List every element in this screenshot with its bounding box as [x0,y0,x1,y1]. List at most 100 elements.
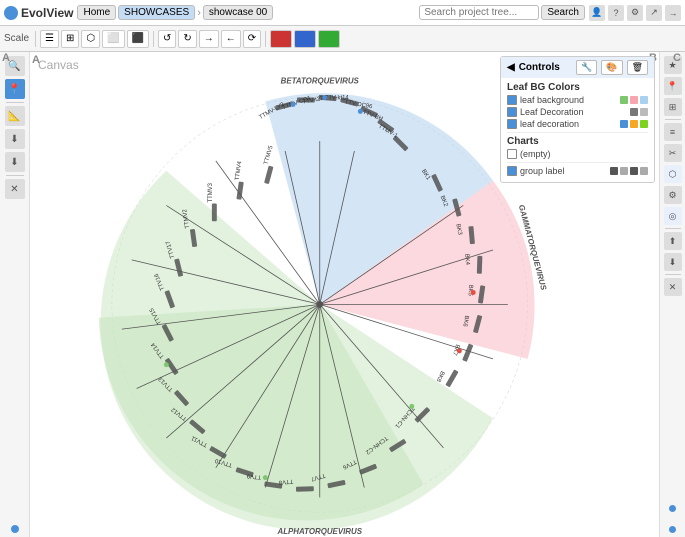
lp-dot-indicator [11,525,19,533]
tb-action5[interactable]: ⟳ [243,30,261,48]
tc-tab-color[interactable]: 🎨 [601,60,622,75]
tc-cb-leaf-dec2[interactable] [507,119,517,129]
topbar: EvolView Home SHOWCASES › showcase 00 Se… [0,0,685,26]
canvas-area: Canvas ◀ Controls 🔧 🎨 🗑 Leaf BG Colors l… [30,52,659,537]
settings-icon[interactable]: ⚙ [627,5,643,21]
left-panel: 🔍 📍 📐 ⬇ ⬇ ✕ [0,52,30,537]
tc-body: Leaf BG Colors leaf background Leaf Deco… [501,78,654,182]
tb-action1[interactable]: ↺ [158,30,176,48]
svg-text:BETATORQUEVIRUS: BETATORQUEVIRUS [281,77,360,86]
rp-sep2 [665,228,681,229]
toolbar-separator-2 [153,31,154,47]
tb-action4[interactable]: ← [221,30,241,48]
tc-item-leaf-dec2: leaf decoration [507,119,648,129]
rp-grid-icon[interactable]: ⊞ [664,98,682,116]
tb-layout4[interactable]: ⬜ [102,30,124,48]
column-c-label: C [673,52,681,64]
top-icons: 👤 ? ⚙ ↗ → [589,5,681,21]
tb-layout3[interactable]: ⬡ [81,30,100,48]
lp-download1-icon[interactable]: ⬇ [5,129,25,149]
share-icon[interactable]: ↗ [646,5,662,21]
tc-colors-group-label [610,167,648,175]
color-gray1[interactable] [630,108,638,116]
tree-controls: ◀ Controls 🔧 🎨 🗑 Leaf BG Colors leaf bac… [500,56,655,183]
user-icon[interactable]: 👤 [589,5,605,21]
app-logo-icon[interactable] [4,6,18,20]
breadcrumb: Home SHOWCASES › showcase 00 [77,5,273,20]
tc-tab-delete[interactable]: 🗑 [627,60,648,75]
tc-label-group-label: group label [520,166,607,176]
tc-item-leaf-dec: Leaf Decoration [507,107,648,117]
tb-format3[interactable] [318,30,340,48]
color-blue[interactable] [640,96,648,104]
tc-colors-leaf-dec2 [620,120,648,128]
tc-item-charts: (empty) [507,149,648,159]
rp-pin-icon[interactable]: 📍 [664,77,682,95]
color-light1[interactable] [620,167,628,175]
tc-cb-group-label[interactable] [507,166,517,176]
home-button[interactable]: Home [77,5,116,20]
rp-upload-icon[interactable]: ⬆ [664,232,682,250]
tc-leaf-bc-title: Leaf BG Colors [507,82,648,93]
tc-cb-charts[interactable] [507,149,517,159]
tc-sep1 [507,132,648,133]
color-dark2[interactable] [630,167,638,175]
toolbar-separator-3 [265,31,266,47]
tc-header: ◀ Controls 🔧 🎨 🗑 [501,57,654,78]
tb-format2[interactable] [294,30,316,48]
svg-text:TTMV4: TTMV4 [235,160,244,181]
rp-special1-icon[interactable]: ◎ [664,207,682,225]
color-pink[interactable] [630,96,638,104]
showcase-button[interactable]: showcase 00 [203,5,273,20]
rp-download-icon[interactable]: ⬇ [664,253,682,271]
app-title: EvolView [21,6,73,20]
search-button[interactable]: Search [541,5,585,20]
rp-settings-icon[interactable]: ⚙ [664,186,682,204]
tb-layout5[interactable]: ⬛ [127,30,149,48]
tc-title: Controls [519,62,572,73]
tc-label-charts: (empty) [520,149,648,159]
color-dark1[interactable] [610,167,618,175]
tc-cb-leaf-dec[interactable] [507,107,517,117]
logo-area: EvolView [4,6,73,20]
rp-sep3 [665,274,681,275]
tb-layout1[interactable]: ☰ [40,30,59,48]
rp-sep1 [665,119,681,120]
tc-tab-settings[interactable]: 🔧 [576,60,597,75]
tb-action2[interactable]: ↻ [178,30,196,48]
logout-icon[interactable]: → [665,5,681,21]
svg-text:TTMV3: TTMV3 [208,182,214,202]
tc-charts-title: Charts [507,136,648,147]
rp-dot1 [669,505,676,512]
tb-layout2[interactable]: ⊞ [61,30,79,48]
help-icon[interactable]: ? [608,5,624,21]
tc-colors-leaf-dec [630,108,648,116]
color-light2[interactable] [640,167,648,175]
lp-pin-icon[interactable]: 📍 [5,79,25,99]
tb-format1[interactable] [270,30,292,48]
rp-cut-icon[interactable]: ✂ [664,144,682,162]
svg-text:BK4: BK4 [463,254,470,266]
tb-action3[interactable]: → [199,30,219,48]
showcases-button[interactable]: SHOWCASES [118,5,195,20]
svg-text:TTMV5: TTMV5 [263,144,274,165]
color-blue2[interactable] [620,120,628,128]
tc-item-leaf-bg: leaf background [507,95,648,105]
search-input[interactable] [419,5,539,20]
rp-hex-icon[interactable]: ⬡ [664,165,682,183]
svg-text:ALPHATORQUEVIRUS: ALPHATORQUEVIRUS [277,527,363,536]
toolbar-separator-1 [35,31,36,47]
rp-close-icon[interactable]: ✕ [664,278,682,296]
color-gray2[interactable] [640,108,648,116]
color-green[interactable] [620,96,628,104]
tc-cb-leaf-bg[interactable] [507,95,517,105]
right-panel: ★ 📍 ⊞ ≡ ✂ ⬡ ⚙ ◎ ⬆ ⬇ ✕ [659,52,685,537]
lp-measure-icon[interactable]: 📐 [5,106,25,126]
tc-label-leaf-dec: Leaf Decoration [520,107,627,117]
rp-dot2 [669,526,676,533]
lp-close-icon[interactable]: ✕ [5,179,25,199]
color-orange[interactable] [630,120,638,128]
rp-list-icon[interactable]: ≡ [664,123,682,141]
color-lgreen[interactable] [640,120,648,128]
lp-download2-icon[interactable]: ⬇ [5,152,25,172]
